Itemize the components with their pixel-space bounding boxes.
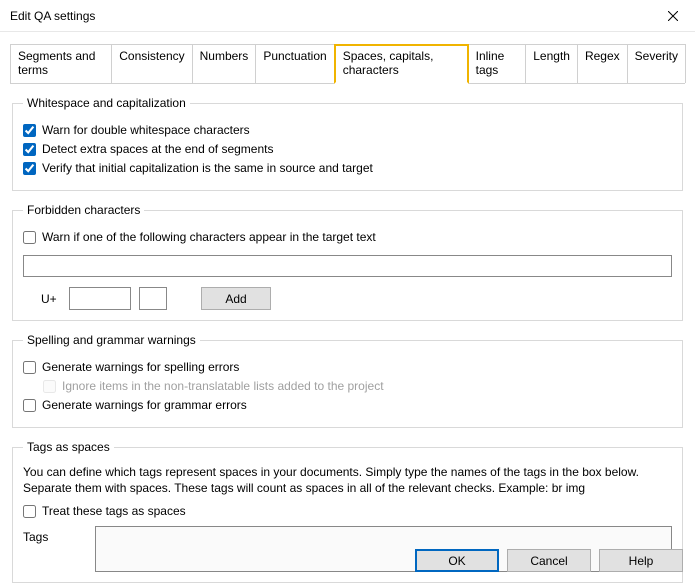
label-extra-spaces-end: Detect extra spaces at the end of segmen… [42, 142, 273, 156]
checkbox-double-whitespace[interactable] [23, 124, 36, 137]
checkbox-extra-spaces-end[interactable] [23, 143, 36, 156]
help-button[interactable]: Help [599, 549, 683, 572]
tags-description: You can define which tags represent spac… [23, 464, 672, 496]
dialog-footer: OK Cancel Help [415, 549, 683, 572]
label-treat-tags: Treat these tags as spaces [42, 504, 186, 518]
tab-content: Whitespace and capitalization Warn for d… [0, 96, 695, 583]
input-forbidden-chars[interactable] [23, 255, 672, 277]
tab-segments-terms[interactable]: Segments and terms [10, 44, 112, 83]
label-capitalization: Verify that initial capitalization is th… [42, 161, 373, 175]
input-unicode-code[interactable] [69, 287, 131, 310]
cancel-button[interactable]: Cancel [507, 549, 591, 572]
label-grammar: Generate warnings for grammar errors [42, 398, 247, 412]
close-button[interactable] [651, 1, 695, 31]
tab-severity[interactable]: Severity [627, 44, 686, 83]
group-whitespace-legend: Whitespace and capitalization [23, 96, 190, 110]
tab-consistency[interactable]: Consistency [111, 44, 192, 83]
label-double-whitespace: Warn for double whitespace characters [42, 123, 250, 137]
checkbox-capitalization[interactable] [23, 162, 36, 175]
group-forbidden-legend: Forbidden characters [23, 203, 144, 217]
checkbox-treat-tags[interactable] [23, 505, 36, 518]
group-tags-legend: Tags as spaces [23, 440, 114, 454]
tab-numbers[interactable]: Numbers [192, 44, 257, 83]
group-spelling-legend: Spelling and grammar warnings [23, 333, 200, 347]
checkbox-grammar[interactable] [23, 399, 36, 412]
group-spelling: Spelling and grammar warnings Generate w… [12, 333, 683, 428]
label-forbidden-warn: Warn if one of the following characters … [42, 230, 376, 244]
window-title: Edit QA settings [10, 9, 95, 23]
label-ignore-nontranslatable: Ignore items in the non-translatable lis… [62, 379, 384, 393]
tab-length[interactable]: Length [525, 44, 578, 83]
group-forbidden: Forbidden characters Warn if one of the … [12, 203, 683, 321]
ok-button[interactable]: OK [415, 549, 499, 572]
tab-punctuation[interactable]: Punctuation [255, 44, 334, 83]
tab-inline-tags[interactable]: Inline tags [468, 44, 527, 83]
tab-spaces-capitals-characters[interactable]: Spaces, capitals, characters [334, 44, 469, 84]
label-spelling: Generate warnings for spelling errors [42, 360, 239, 374]
input-unicode-char[interactable] [139, 287, 167, 310]
group-whitespace: Whitespace and capitalization Warn for d… [12, 96, 683, 191]
checkbox-forbidden-warn[interactable] [23, 231, 36, 244]
checkbox-ignore-nontranslatable [43, 380, 56, 393]
label-tags: Tags [23, 526, 83, 544]
tab-strip: Segments and terms Consistency Numbers P… [10, 44, 685, 84]
close-icon [668, 11, 678, 21]
label-uplus: U+ [41, 292, 61, 306]
add-button[interactable]: Add [201, 287, 271, 310]
window-titlebar: Edit QA settings [0, 0, 695, 32]
tab-regex[interactable]: Regex [577, 44, 628, 83]
checkbox-spelling[interactable] [23, 361, 36, 374]
